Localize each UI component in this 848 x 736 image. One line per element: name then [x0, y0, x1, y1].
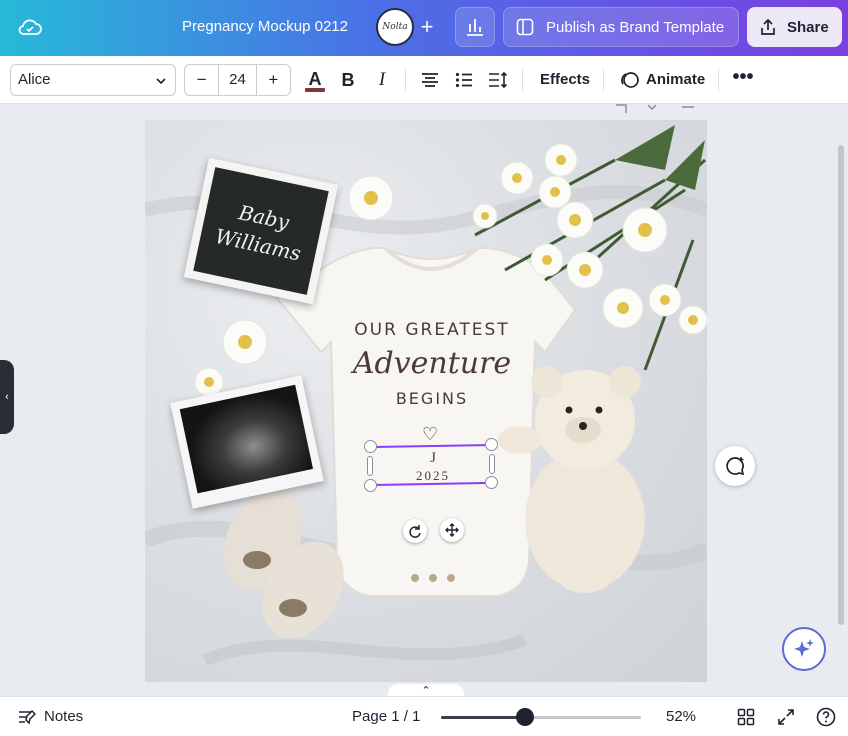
onesie-line-1: OUR GREATEST — [354, 320, 510, 340]
publish-label: Publish as Brand Template — [546, 18, 725, 36]
design-canvas[interactable]: Baby Williams OUR GREATEST Adventure BEG… — [145, 120, 707, 682]
publish-brand-template-button[interactable]: Publish as Brand Template — [503, 7, 739, 47]
font-size-stepper: − 24 + — [184, 64, 291, 96]
page-actions — [612, 100, 702, 113]
resize-handle-bottom-left[interactable] — [364, 479, 377, 492]
animate-label: Animate — [646, 71, 706, 88]
cloud-icon[interactable] — [16, 14, 44, 42]
rotate-icon — [409, 525, 421, 538]
align-center-icon — [422, 73, 438, 87]
notes-button[interactable]: Notes — [18, 708, 83, 725]
text-color-button[interactable]: A — [301, 66, 329, 94]
onesie-line-2: Adventure — [352, 346, 512, 381]
text-color-glyph: A — [308, 68, 322, 89]
toolbar-divider — [405, 69, 406, 91]
decrease-font-size-button[interactable]: − — [185, 65, 218, 95]
magic-sparkle-icon — [794, 639, 814, 657]
resize-handle-top-left[interactable] — [364, 440, 377, 453]
chevron-down-icon — [156, 78, 166, 85]
text-toolbar: Alice − 24 + A B I Effects Animate ••• — [0, 56, 848, 104]
text-color-swatch — [305, 87, 325, 92]
effects-button[interactable]: Effects — [528, 66, 602, 94]
heart-icon: ♡ — [422, 424, 439, 444]
share-label: Share — [787, 18, 829, 36]
insights-button[interactable] — [455, 7, 495, 47]
add-comment-button[interactable] — [715, 446, 755, 486]
font-size-input[interactable]: 24 — [218, 65, 257, 95]
line-spacing-icon — [489, 72, 508, 88]
italic-button[interactable]: I — [368, 66, 396, 94]
align-center-button[interactable] — [416, 66, 444, 94]
font-family-select[interactable]: Alice — [10, 64, 176, 96]
vertical-scrollbar[interactable] — [838, 145, 844, 625]
bullet-list-icon — [455, 72, 472, 88]
resize-handle-bottom-right[interactable] — [485, 476, 498, 489]
font-name: Alice — [18, 71, 51, 88]
line-spacing-button[interactable] — [484, 66, 512, 94]
help-icon — [816, 707, 836, 727]
editor-footer: Notes Page 1 / 1 52% — [0, 696, 848, 736]
zoom-value[interactable]: 52% — [666, 708, 696, 725]
zoom-slider-fill — [441, 716, 525, 719]
bold-button[interactable]: B — [334, 66, 362, 94]
animate-icon — [621, 72, 639, 88]
rotate-button[interactable] — [403, 519, 427, 543]
side-panel-toggle[interactable]: ‹ — [0, 360, 14, 434]
insights-icon — [467, 19, 483, 36]
document-title[interactable]: Pregnancy Mockup 0212 — [150, 18, 380, 35]
publish-template-icon — [516, 18, 534, 36]
notes-label: Notes — [44, 708, 84, 725]
fullscreen-icon — [778, 709, 794, 725]
resize-handle-top-right[interactable] — [485, 438, 498, 451]
share-button[interactable]: Share — [747, 7, 842, 47]
editor-header: Pregnancy Mockup 0212 Nolta + Publish as… — [0, 0, 848, 56]
page-indicator[interactable]: Page 1 / 1 — [352, 708, 420, 725]
bullet-list-button[interactable] — [450, 66, 478, 94]
zoom-slider-thumb[interactable] — [516, 708, 534, 726]
onesie-text-block[interactable]: OUR GREATEST Adventure BEGINS — [345, 320, 519, 408]
grid-view-button[interactable] — [734, 705, 758, 729]
animate-button[interactable]: Animate — [614, 66, 711, 94]
move-icon — [445, 523, 459, 537]
resize-handle-right[interactable] — [489, 454, 495, 474]
share-icon — [761, 18, 775, 35]
help-button[interactable] — [814, 705, 838, 729]
onesie-line-3: BEGINS — [395, 389, 469, 408]
move-button[interactable] — [440, 518, 464, 542]
toolbar-divider — [522, 69, 523, 91]
add-comment-icon — [726, 457, 745, 476]
ultrasound-image — [179, 384, 314, 494]
increase-font-size-button[interactable]: + — [257, 65, 290, 95]
notes-icon — [19, 709, 36, 724]
add-icon[interactable]: + — [414, 16, 440, 40]
fullscreen-button[interactable] — [774, 705, 798, 729]
more-options-button[interactable]: ••• — [728, 66, 758, 94]
grid-view-icon — [737, 708, 755, 726]
text-selection-box[interactable] — [369, 443, 493, 487]
toolbar-divider — [718, 69, 719, 91]
zoom-slider[interactable] — [441, 708, 641, 726]
toolbar-divider — [603, 69, 604, 91]
magic-assistant-button[interactable] — [782, 627, 826, 671]
resize-handle-left[interactable] — [367, 456, 373, 476]
avatar[interactable]: Nolta — [376, 8, 414, 46]
